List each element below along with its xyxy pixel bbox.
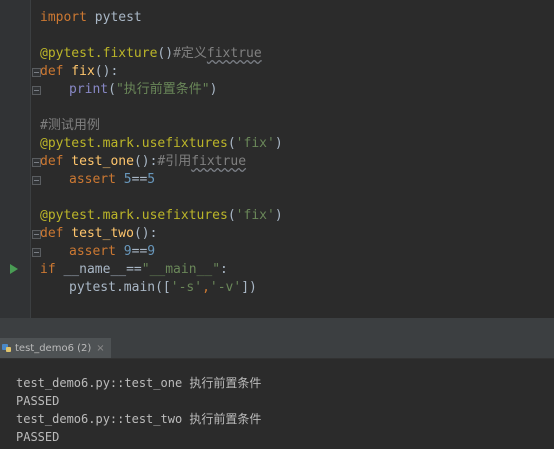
decorator: @pytest.fixture <box>40 46 158 61</box>
console-line: PASSED <box>16 430 60 444</box>
fold-marker[interactable] <box>32 248 41 257</box>
builtin: print <box>69 82 109 97</box>
code-line-1[interactable]: import pytest <box>40 9 142 27</box>
paren: ) <box>209 82 218 97</box>
code-line-8[interactable]: @pytest.mark.usefixtures('fix') <box>40 135 283 153</box>
string: 'fix' <box>235 208 275 223</box>
paren: ( <box>227 208 236 223</box>
fold-marker[interactable] <box>32 176 41 185</box>
fold-marker[interactable] <box>32 86 41 95</box>
code-line-5[interactable]: print("执行前置条件") <box>69 81 217 99</box>
python-file-icon <box>2 343 12 353</box>
number: 5 <box>147 172 156 187</box>
number: 5 <box>115 172 132 187</box>
code-line-10[interactable]: assert 5==5 <box>69 171 155 189</box>
keyword: import <box>40 10 87 25</box>
operator: == <box>131 244 148 259</box>
call: pytest.main([ <box>69 280 171 295</box>
colon: : <box>220 262 228 277</box>
tab-run-test-demo6[interactable]: test_demo6 (2) × <box>0 338 111 358</box>
tab-label: test_demo6 (2) <box>15 342 92 354</box>
gutter-separator <box>30 0 31 318</box>
function-name: test_one <box>63 154 134 169</box>
panel-splitter[interactable] <box>0 318 554 338</box>
code-line-14[interactable]: assert 9==9 <box>69 243 155 261</box>
keyword: def <box>40 154 64 169</box>
paren: ( <box>108 82 116 97</box>
code-line-16[interactable]: pytest.main(['-s','-v']) <box>69 279 257 297</box>
code-line-4[interactable]: def fix(): <box>40 63 118 81</box>
code-line-3[interactable]: @pytest.fixture()#定义fixtrue <box>40 45 262 63</box>
paren: ) <box>274 208 283 223</box>
comment: #引用 <box>157 154 192 169</box>
signature: (): <box>133 226 158 241</box>
number: 9 <box>115 244 132 259</box>
code-line-13[interactable]: def test_two(): <box>40 225 157 243</box>
comment-typo: fixtrue <box>191 154 247 169</box>
decorator: @pytest.mark.usefixtures <box>40 136 228 151</box>
code-line-9[interactable]: def test_one():#引用fixtrue <box>40 153 246 171</box>
string: 'fix' <box>235 136 275 151</box>
keyword: def <box>40 226 64 241</box>
console-line: test_demo6.py::test_two 执行前置条件 <box>16 412 262 426</box>
keyword: assert <box>69 244 116 259</box>
string: "__main__" <box>141 262 221 277</box>
comma: , <box>202 280 210 295</box>
console-line: PASSED <box>16 394 60 408</box>
function-name: test_two <box>63 226 134 241</box>
comment: #定义 <box>173 46 207 61</box>
module-name: pytest <box>86 10 142 25</box>
operator: == <box>131 172 148 187</box>
comment-typo: fixtrue <box>206 46 262 61</box>
run-tool-window-tabs: test_demo6 (2) × <box>0 338 554 359</box>
signature: (): <box>133 154 158 169</box>
paren: () <box>157 46 174 61</box>
run-console-output[interactable]: test_demo6.py::test_one 执行前置条件 PASSED te… <box>0 359 554 449</box>
code-line-15[interactable]: if __name__=="__main__": <box>40 261 228 279</box>
number: 9 <box>147 244 156 259</box>
code-editor[interactable]: import pytest @pytest.fixture()#定义fixtru… <box>0 0 554 318</box>
call-end: ]) <box>241 280 257 295</box>
run-triangle-icon[interactable] <box>10 264 18 274</box>
paren: ( <box>227 136 236 151</box>
decorator: @pytest.mark.usefixtures <box>40 208 228 223</box>
paren: ) <box>274 136 283 151</box>
function-name: fix <box>63 64 95 79</box>
string: '-s' <box>170 280 203 295</box>
keyword: assert <box>69 172 116 187</box>
console-line: test_demo6.py::test_one 执行前置条件 <box>16 376 262 390</box>
string: '-v' <box>209 280 242 295</box>
expression: __name__== <box>55 262 142 277</box>
code-line-7[interactable]: #测试用例 <box>40 117 100 135</box>
keyword: if <box>40 262 56 277</box>
string: "执行前置条件" <box>115 82 210 97</box>
code-line-12[interactable]: @pytest.mark.usefixtures('fix') <box>40 207 283 225</box>
signature: (): <box>94 64 119 79</box>
keyword: def <box>40 64 64 79</box>
close-icon[interactable]: × <box>96 343 104 354</box>
comment: #测试用例 <box>40 118 100 133</box>
